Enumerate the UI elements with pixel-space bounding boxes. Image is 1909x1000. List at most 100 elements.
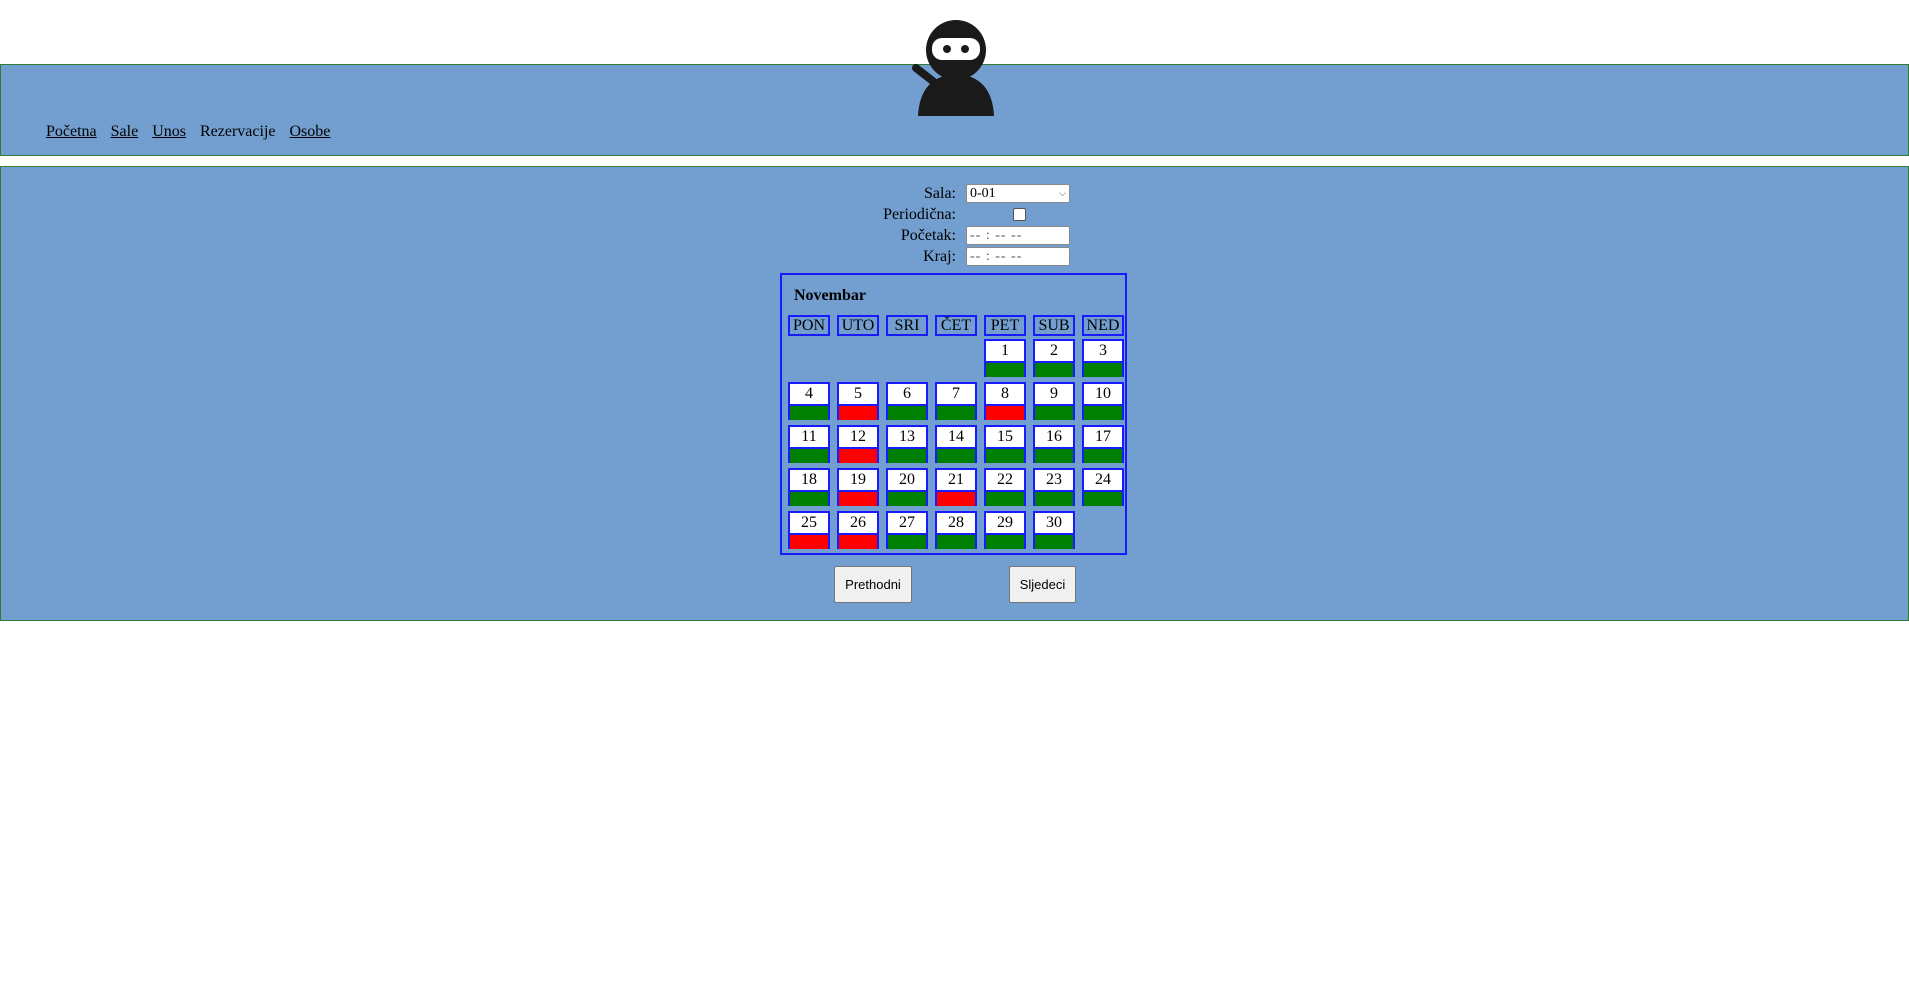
weekday-header: UTO [837, 315, 879, 336]
available-indicator [1035, 363, 1073, 377]
calendar-day[interactable]: 26 [837, 511, 879, 549]
calendar-day[interactable]: 5 [837, 382, 879, 420]
weekday-header: NED [1082, 315, 1124, 336]
nav-item-po-etna[interactable]: Početna [46, 123, 97, 141]
weekday-header: PET [984, 315, 1026, 336]
available-indicator [790, 449, 828, 463]
calendar-day[interactable]: 19 [837, 468, 879, 506]
occupied-indicator [937, 492, 975, 506]
available-indicator [790, 492, 828, 506]
occupied-indicator [986, 406, 1024, 420]
periodicna-checkbox[interactable] [1013, 208, 1026, 221]
calendar-day[interactable]: 14 [935, 425, 977, 463]
calendar-day[interactable]: 29 [984, 511, 1026, 549]
calendar-day-number: 30 [1035, 513, 1073, 535]
calendar-day-number: 7 [937, 384, 975, 406]
sala-select[interactable]: 0-01 ⌵ [966, 184, 1070, 203]
reservation-panel: Sala: 0-01 ⌵ Periodična: Početak: -- : -… [0, 166, 1909, 621]
calendar-day[interactable]: 24 [1082, 468, 1124, 506]
calendar-day[interactable]: 25 [788, 511, 830, 549]
weekday-header: SUB [1033, 315, 1075, 336]
calendar-day-number: 11 [790, 427, 828, 449]
calendar-day[interactable]: 27 [886, 511, 928, 549]
calendar-day[interactable]: 28 [935, 511, 977, 549]
calendar-day-number: 13 [888, 427, 926, 449]
calendar-day-number: 2 [1035, 341, 1073, 363]
available-indicator [888, 492, 926, 506]
calendar-day[interactable]: 13 [886, 425, 928, 463]
calendar-day[interactable]: 20 [886, 468, 928, 506]
calendar-day[interactable]: 3 [1082, 339, 1124, 377]
calendar-day-number: 21 [937, 470, 975, 492]
available-indicator [937, 449, 975, 463]
available-indicator [790, 406, 828, 420]
calendar-month-title: Novembar [794, 287, 866, 304]
next-month-button[interactable]: Sljedeci [1009, 566, 1076, 603]
pocetak-time-input[interactable]: -- : -- -- [966, 226, 1070, 245]
occupied-indicator [790, 535, 828, 549]
available-indicator [986, 363, 1024, 377]
nav-item-unos[interactable]: Unos [152, 123, 186, 141]
available-indicator [1035, 535, 1073, 549]
calendar-day[interactable]: 11 [788, 425, 830, 463]
calendar-day-number: 6 [888, 384, 926, 406]
nav-item-rezervacije[interactable]: Rezervacije [200, 123, 276, 141]
nav-item-osobe[interactable]: Osobe [289, 123, 330, 141]
calendar-day[interactable]: 17 [1082, 425, 1124, 463]
calendar-day[interactable]: 22 [984, 468, 1026, 506]
available-indicator [888, 406, 926, 420]
calendar-day-number: 14 [937, 427, 975, 449]
calendar-day-number: 9 [1035, 384, 1073, 406]
calendar-day[interactable]: 16 [1033, 425, 1075, 463]
available-indicator [986, 535, 1024, 549]
weekday-header: PON [788, 315, 830, 336]
available-indicator [937, 406, 975, 420]
calendar-day[interactable]: 7 [935, 382, 977, 420]
calendar-day[interactable]: 21 [935, 468, 977, 506]
calendar-day[interactable]: 2 [1033, 339, 1075, 377]
calendar-day[interactable]: 9 [1033, 382, 1075, 420]
kraj-label: Kraj: [923, 247, 956, 265]
calendar-day-number: 20 [888, 470, 926, 492]
periodicna-label: Periodična: [883, 205, 956, 223]
calendar-day-number: 29 [986, 513, 1024, 535]
calendar-day-number: 16 [1035, 427, 1073, 449]
calendar-day-number: 10 [1084, 384, 1122, 406]
weekday-header: SRI [886, 315, 928, 336]
occupied-indicator [839, 449, 877, 463]
calendar-day[interactable]: 30 [1033, 511, 1075, 549]
calendar-day[interactable]: 4 [788, 382, 830, 420]
nav-item-sale[interactable]: Sale [111, 123, 139, 141]
calendar-day-number: 17 [1084, 427, 1122, 449]
available-indicator [888, 449, 926, 463]
calendar-day-number: 12 [839, 427, 877, 449]
pocetak-placeholder: -- : -- -- [970, 227, 1023, 243]
calendar-day[interactable]: 15 [984, 425, 1026, 463]
available-indicator [937, 535, 975, 549]
chevron-down-icon: ⌵ [1059, 188, 1066, 198]
available-indicator [888, 535, 926, 549]
calendar-day[interactable]: 12 [837, 425, 879, 463]
calendar-day[interactable]: 18 [788, 468, 830, 506]
calendar-day[interactable]: 1 [984, 339, 1026, 377]
available-indicator [1084, 492, 1122, 506]
available-indicator [1084, 363, 1122, 377]
calendar-day-number: 23 [1035, 470, 1073, 492]
calendar-day-number: 28 [937, 513, 975, 535]
available-indicator [986, 492, 1024, 506]
calendar-day[interactable]: 6 [886, 382, 928, 420]
prev-month-button[interactable]: Prethodni [834, 566, 912, 603]
available-indicator [986, 449, 1024, 463]
kraj-time-input[interactable]: -- : -- -- [966, 247, 1070, 266]
calendar-day[interactable]: 23 [1033, 468, 1075, 506]
calendar-day-number: 5 [839, 384, 877, 406]
calendar-day-number: 25 [790, 513, 828, 535]
calendar-day-number: 4 [790, 384, 828, 406]
calendar-day[interactable]: 8 [984, 382, 1026, 420]
pocetak-label: Početak: [900, 226, 956, 244]
calendar-day[interactable]: 10 [1082, 382, 1124, 420]
available-indicator [1035, 449, 1073, 463]
occupied-indicator [839, 406, 877, 420]
calendar: Novembar PON UTO SRI ČET PET SUB NED 1 2 3 4 5 6 7 8 9 1… [780, 273, 1127, 555]
calendar-day-number: 15 [986, 427, 1024, 449]
